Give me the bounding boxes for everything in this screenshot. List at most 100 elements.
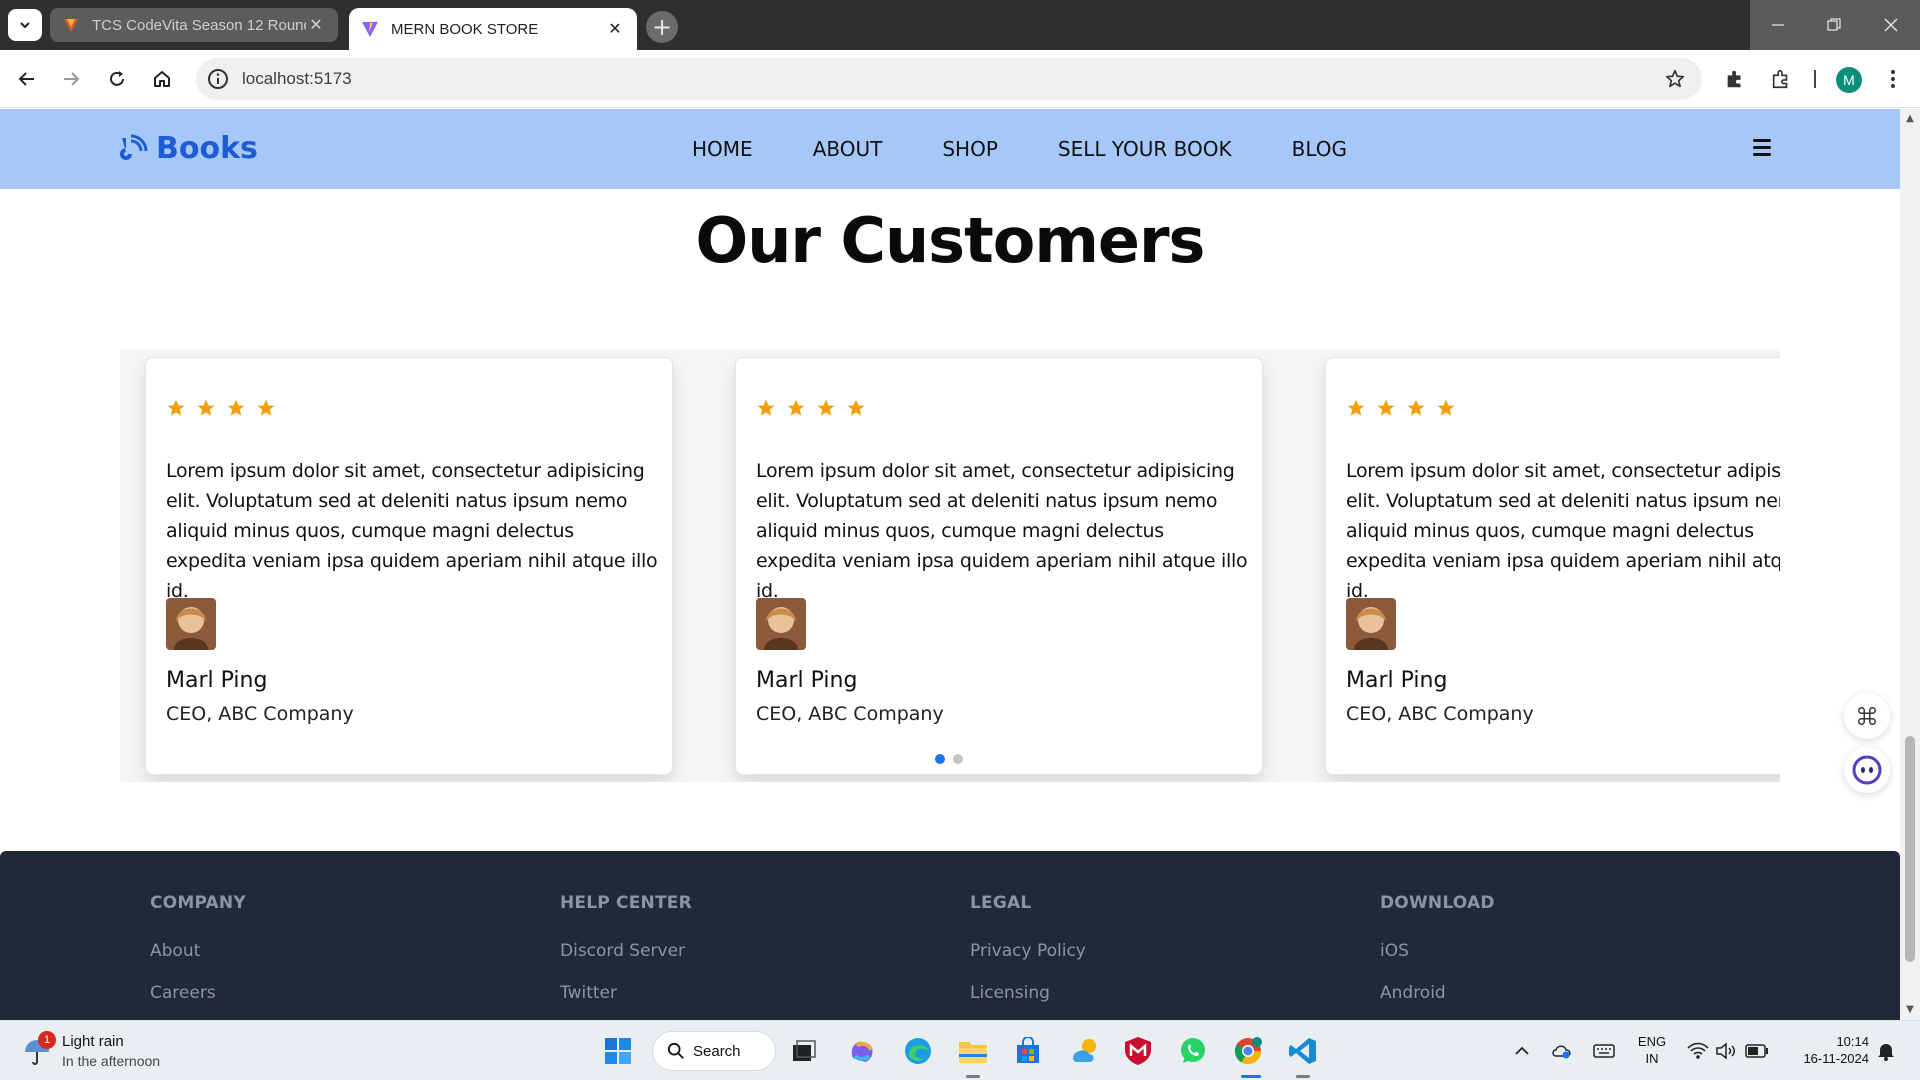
avatar [756, 598, 806, 650]
footer-link-privacy[interactable]: Privacy Policy [970, 941, 1086, 961]
touch-keyboard-tray[interactable] [1592, 1039, 1616, 1063]
nav-blog[interactable]: BLOG [1292, 137, 1347, 161]
star-icon [1437, 399, 1455, 416]
extension-button[interactable] [1722, 66, 1748, 92]
toolbar-divider [1814, 70, 1816, 88]
chrome-icon [1234, 1037, 1262, 1065]
footer-link-discord[interactable]: Discord Server [560, 941, 692, 961]
arrow-right-icon [64, 72, 80, 86]
nav-shop[interactable]: SHOP [942, 137, 998, 161]
home-button[interactable] [145, 62, 179, 96]
nav-about[interactable]: ABOUT [813, 137, 883, 161]
scroll-down-arrow-icon[interactable]: ▼ [1904, 1004, 1916, 1016]
footer-heading: COMPANY [150, 893, 246, 913]
task-view-button[interactable] [786, 1033, 822, 1069]
taskbar-search[interactable]: Search [652, 1031, 776, 1071]
minimize-button[interactable] [1750, 0, 1806, 50]
store-icon [1017, 1037, 1039, 1063]
close-window-button[interactable] [1862, 0, 1920, 50]
star-icon [257, 399, 275, 416]
tab-search-button[interactable] [8, 9, 42, 41]
reload-button[interactable] [100, 62, 134, 96]
scroll-up-arrow-icon[interactable]: ▲ [1904, 113, 1916, 125]
tab-codevita[interactable]: TCS CodeVita Season 12 Round 2 ✕ [50, 8, 338, 42]
browser-tab-strip: TCS CodeVita Season 12 Round 2 ✕ MERN BO… [0, 0, 1920, 50]
start-button[interactable] [600, 1033, 636, 1069]
profile-avatar[interactable]: M [1836, 67, 1862, 93]
extensions-icon [1772, 69, 1788, 89]
testimonial-text: Lorem ipsum dolor sit amet, consectetur … [166, 460, 658, 602]
chrome-app[interactable] [1230, 1033, 1266, 1069]
chevron-down-icon [20, 22, 30, 29]
weather-app[interactable] [1066, 1033, 1102, 1069]
restore-icon [1827, 18, 1841, 31]
tab-title: MERN BOOK STORE [391, 20, 539, 38]
browser-menu-button[interactable] [1880, 66, 1906, 92]
speaker-icon [1716, 1042, 1735, 1060]
wifi-icon [1687, 1042, 1709, 1059]
pagination-dot-2[interactable] [953, 754, 963, 764]
forward-button[interactable] [54, 62, 88, 96]
battery-tray[interactable] [1744, 1039, 1770, 1063]
show-hidden-icons-button[interactable] [1512, 1039, 1532, 1063]
search-label: Search [693, 1042, 741, 1060]
testimonial-card: Lorem ipsum dolor sit amet, consectetur … [735, 357, 1263, 775]
onedrive-tray[interactable] [1550, 1039, 1574, 1063]
restore-button[interactable] [1806, 0, 1862, 50]
input-language[interactable]: ENG IN [1634, 1033, 1670, 1067]
star-rating [1346, 398, 1456, 418]
nav-sell-your-book[interactable]: SELL YOUR BOOK [1058, 137, 1232, 161]
testimonial-slider[interactable]: Lorem ipsum dolor sit amet, consectetur … [120, 349, 1780, 782]
address-bar[interactable]: localhost:5173 [196, 58, 1702, 100]
footer-link-twitter[interactable]: Twitter [560, 983, 692, 1003]
pagination-dot-1[interactable] [935, 754, 945, 764]
notification-center-button[interactable] [1874, 1039, 1898, 1063]
tab-mern-book-store[interactable]: MERN BOOK STORE ✕ [349, 8, 637, 50]
floating-shortcut-button[interactable] [1844, 693, 1890, 739]
folder-icon [959, 1042, 987, 1063]
floating-assistant-button[interactable] [1844, 747, 1890, 793]
nav-home[interactable]: HOME [692, 137, 753, 161]
main-menu: HOME ABOUT SHOP SELL YOUR BOOK BLOG [692, 137, 1407, 161]
back-button[interactable] [10, 62, 44, 96]
footer-link-about[interactable]: About [150, 941, 246, 961]
weather-condition: Light rain [62, 1033, 124, 1050]
footer-link-careers[interactable]: Careers [150, 983, 246, 1003]
whatsapp-app[interactable] [1175, 1033, 1211, 1069]
scrollbar-thumb[interactable] [1905, 736, 1915, 962]
footer-heading: HELP CENTER [560, 893, 692, 913]
weather-widget[interactable]: 1 Light rain In the afternoon [22, 1031, 202, 1071]
footer-link-android[interactable]: Android [1380, 983, 1495, 1003]
shield-icon [1125, 1037, 1151, 1065]
footer-link-licensing[interactable]: Licensing [970, 983, 1086, 1003]
file-explorer-app[interactable] [955, 1033, 991, 1069]
search-icon [667, 1042, 684, 1059]
close-tab-icon[interactable]: ✕ [306, 15, 326, 35]
brand-logo[interactable]: Books [118, 131, 258, 166]
footer-heading: DOWNLOAD [1380, 893, 1495, 913]
hamburger-menu-icon[interactable] [1753, 139, 1775, 157]
wifi-tray[interactable] [1686, 1039, 1710, 1063]
edge-app[interactable] [900, 1033, 936, 1069]
vscode-app[interactable] [1285, 1033, 1321, 1069]
system-clock[interactable]: 10:14 16-11-2024 [1785, 1033, 1869, 1067]
page-scrollbar[interactable]: ▲ ▼ [1900, 109, 1920, 1020]
site-navbar: Books HOME ABOUT SHOP SELL YOUR BOOK BLO… [0, 109, 1900, 189]
codevita-favicon-icon [64, 19, 78, 32]
language-code: ENG [1637, 1034, 1667, 1049]
new-tab-button[interactable]: + [646, 11, 678, 43]
microsoft-store-app[interactable] [1010, 1033, 1046, 1069]
bookmark-star-icon[interactable] [1664, 68, 1686, 90]
close-tab-icon[interactable]: ✕ [605, 19, 625, 39]
site-info-icon[interactable] [206, 67, 230, 91]
footer-link-ios[interactable]: iOS [1380, 941, 1495, 961]
task-view-icon [793, 1040, 816, 1061]
mcafee-app[interactable] [1120, 1033, 1156, 1069]
page-viewport: Books HOME ABOUT SHOP SELL YOUR BOOK BLO… [0, 109, 1900, 1020]
arrow-left-icon [18, 72, 34, 86]
extensions-menu-button[interactable] [1768, 66, 1794, 92]
copilot-app[interactable] [844, 1033, 880, 1069]
volume-tray[interactable] [1714, 1039, 1738, 1063]
url-text[interactable]: localhost:5173 [242, 69, 352, 89]
clock-date: 16-11-2024 [1803, 1051, 1869, 1066]
